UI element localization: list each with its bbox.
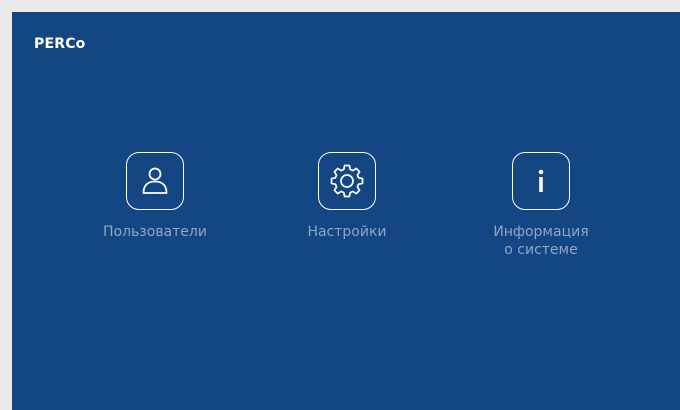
system-info-menu-button[interactable]: Информация о системе <box>451 152 631 259</box>
main-menu-screen: PERCo Пользователи Настройки Информация … <box>12 12 680 410</box>
info-label-line2: о системе <box>504 242 578 258</box>
user-icon <box>126 152 184 210</box>
settings-label-text: Настройки <box>307 224 387 240</box>
users-menu-button[interactable]: Пользователи <box>65 152 245 241</box>
system-info-menu-label: Информация о системе <box>451 223 631 259</box>
info-icon <box>512 152 570 210</box>
perco-logo: PERCo <box>34 36 86 52</box>
gear-icon <box>318 152 376 210</box>
users-menu-label: Пользователи <box>65 223 245 241</box>
settings-menu-button[interactable]: Настройки <box>257 152 437 241</box>
settings-menu-label: Настройки <box>257 223 437 241</box>
info-label-line1: Информация <box>493 224 589 240</box>
users-label-text: Пользователи <box>103 224 207 240</box>
